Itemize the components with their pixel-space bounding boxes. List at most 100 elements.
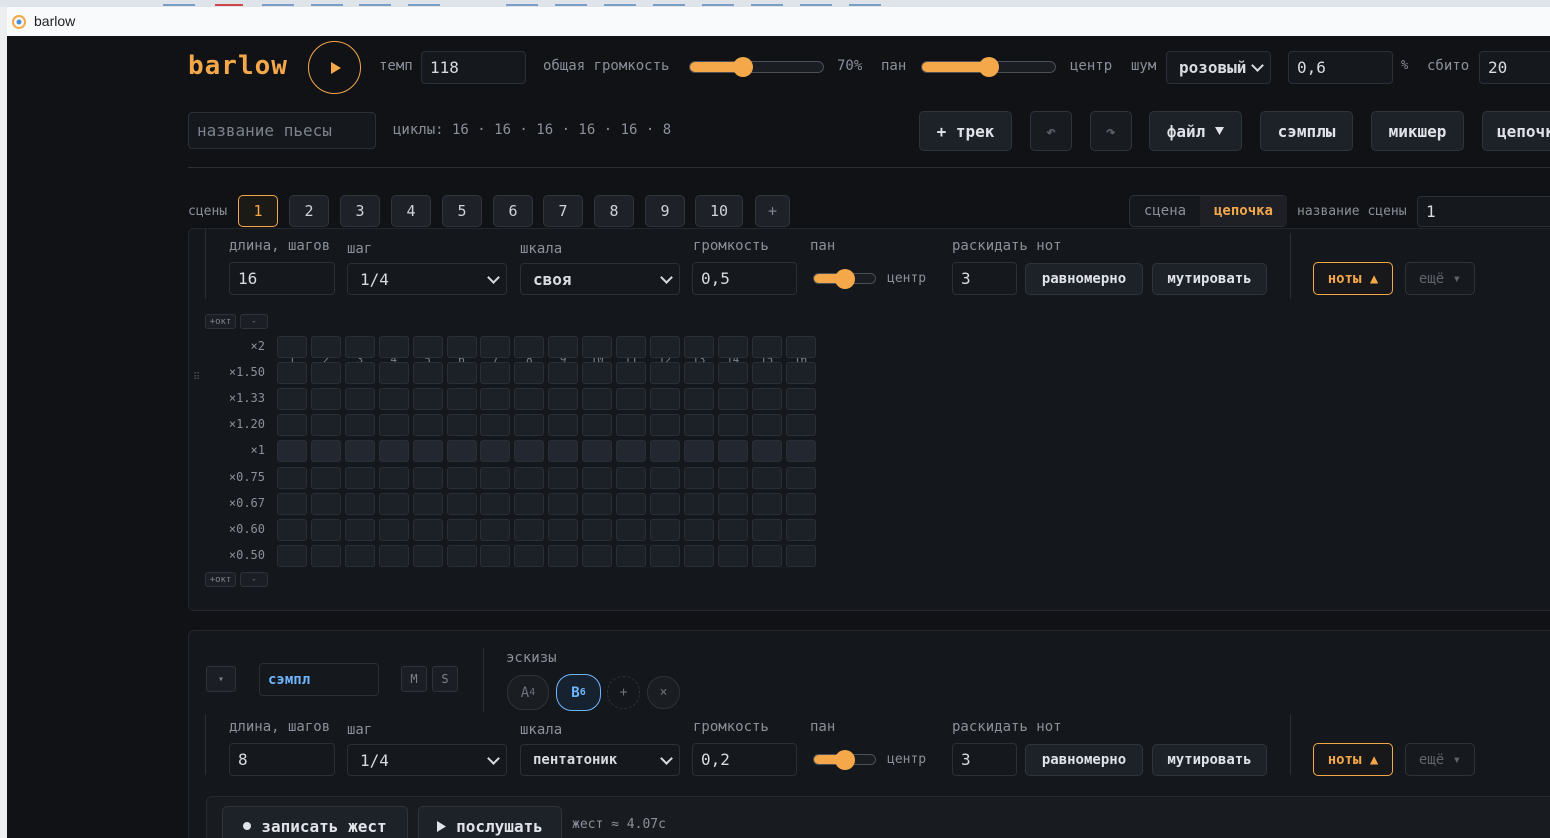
note-cell[interactable] [446, 336, 477, 358]
note-cell[interactable] [277, 466, 307, 489]
note-cell[interactable] [616, 414, 646, 437]
note-cell[interactable] [717, 492, 748, 515]
track-length-input[interactable]: 16 [229, 262, 335, 295]
note-cell[interactable] [751, 466, 782, 489]
note-cell[interactable] [717, 518, 748, 541]
note-cell[interactable] [751, 362, 782, 385]
note-cell[interactable] [751, 414, 782, 437]
note-cell[interactable] [514, 440, 545, 463]
note-cell[interactable] [446, 414, 477, 437]
mutate-button[interactable]: мутировать [1152, 744, 1267, 776]
note-cell[interactable] [582, 440, 613, 463]
notes-toggle-button[interactable]: ноты ▲ [1313, 743, 1393, 776]
note-cell[interactable] [344, 388, 375, 411]
note-cell[interactable] [378, 466, 409, 489]
track-volume-input[interactable]: 0,5 [692, 262, 797, 295]
note-cell[interactable] [717, 336, 748, 358]
scatter-input[interactable]: 3 [952, 262, 1017, 295]
note-cell[interactable] [649, 362, 680, 385]
note-cell[interactable] [378, 440, 409, 463]
note-cell[interactable] [344, 466, 375, 489]
note-cell[interactable] [751, 440, 782, 463]
tempo-input[interactable]: 118 [421, 51, 526, 84]
note-cell[interactable] [514, 466, 545, 489]
mode-chain-tab[interactable]: цепочка [1200, 196, 1287, 226]
redo-button[interactable]: ↷ [1090, 111, 1132, 151]
note-cell[interactable] [649, 414, 680, 437]
note-cell[interactable] [616, 518, 646, 541]
note-cell[interactable] [412, 388, 443, 411]
note-cell[interactable] [514, 544, 545, 567]
track-name-input[interactable]: сэмпл [259, 663, 379, 696]
note-cell[interactable] [649, 388, 680, 411]
note-cell[interactable] [412, 362, 443, 385]
note-cell[interactable] [717, 544, 748, 567]
file-menu-button[interactable]: файл [1149, 111, 1242, 151]
note-cell[interactable] [616, 466, 646, 489]
note-cell[interactable] [277, 492, 307, 515]
note-cell[interactable] [446, 492, 477, 515]
note-cell[interactable] [548, 362, 579, 385]
track-pan-knob[interactable] [834, 269, 855, 289]
piece-title-input[interactable]: название пьесы [188, 112, 376, 149]
note-cell[interactable] [344, 492, 375, 515]
note-cell[interactable] [616, 362, 646, 385]
octave-remove-button[interactable]: - [240, 314, 268, 329]
note-cell[interactable] [310, 388, 341, 411]
add-sketch-button[interactable]: + [607, 676, 640, 709]
more-button[interactable]: ещё ▾ [1405, 743, 1475, 776]
note-cell[interactable] [412, 414, 443, 437]
chain-button[interactable]: цепочка [1482, 111, 1550, 151]
note-cell[interactable] [310, 492, 341, 515]
note-cell[interactable] [480, 466, 511, 489]
note-cell[interactable] [277, 362, 307, 385]
note-cell[interactable] [616, 388, 646, 411]
note-cell[interactable] [344, 544, 375, 567]
note-cell[interactable] [514, 388, 545, 411]
note-cell[interactable] [378, 362, 409, 385]
note-cell[interactable] [277, 544, 307, 567]
note-cell[interactable] [378, 336, 409, 358]
note-cell[interactable] [480, 492, 511, 515]
note-cell[interactable] [683, 388, 714, 411]
note-cell[interactable] [412, 440, 443, 463]
sketch-a-chip[interactable]: A4 [507, 675, 549, 710]
note-cell[interactable] [582, 518, 613, 541]
note-cell[interactable] [785, 518, 816, 541]
scene-button[interactable]: 1 [238, 195, 278, 227]
note-cell[interactable] [514, 492, 545, 515]
note-cell[interactable] [480, 544, 511, 567]
note-cell[interactable] [548, 518, 579, 541]
note-cell[interactable] [344, 336, 375, 358]
mute-button[interactable]: M [401, 666, 427, 692]
note-cell[interactable] [616, 492, 646, 515]
note-cell[interactable] [751, 544, 782, 567]
note-cell[interactable] [582, 492, 613, 515]
remove-sketch-button[interactable]: × [647, 676, 680, 709]
note-cell[interactable] [446, 518, 477, 541]
scene-button[interactable]: 4 [391, 195, 431, 227]
note-cell[interactable] [683, 336, 714, 358]
scene-button[interactable]: 7 [543, 195, 583, 227]
note-cell[interactable] [412, 336, 443, 358]
scene-button[interactable]: 8 [594, 195, 634, 227]
note-cell[interactable] [378, 388, 409, 411]
note-cell[interactable] [649, 492, 680, 515]
note-cell[interactable] [446, 362, 477, 385]
note-cell[interactable] [683, 544, 714, 567]
note-cell[interactable] [649, 518, 680, 541]
note-cell[interactable] [548, 492, 579, 515]
even-button[interactable]: равномерно [1025, 263, 1143, 295]
note-cell[interactable] [310, 336, 341, 358]
note-cell[interactable] [649, 336, 680, 358]
note-cell[interactable] [751, 388, 782, 411]
track-volume-input[interactable]: 0,2 [692, 743, 797, 776]
note-cell[interactable] [378, 518, 409, 541]
notes-toggle-button[interactable]: ноты ▲ [1313, 262, 1393, 295]
note-cell[interactable] [683, 362, 714, 385]
note-cell[interactable] [446, 440, 477, 463]
scene-name-input[interactable]: 1 [1417, 196, 1550, 227]
noise-amount-input[interactable]: 0,6 [1288, 51, 1393, 84]
note-cell[interactable] [310, 518, 341, 541]
track-pan-knob[interactable] [834, 750, 855, 770]
